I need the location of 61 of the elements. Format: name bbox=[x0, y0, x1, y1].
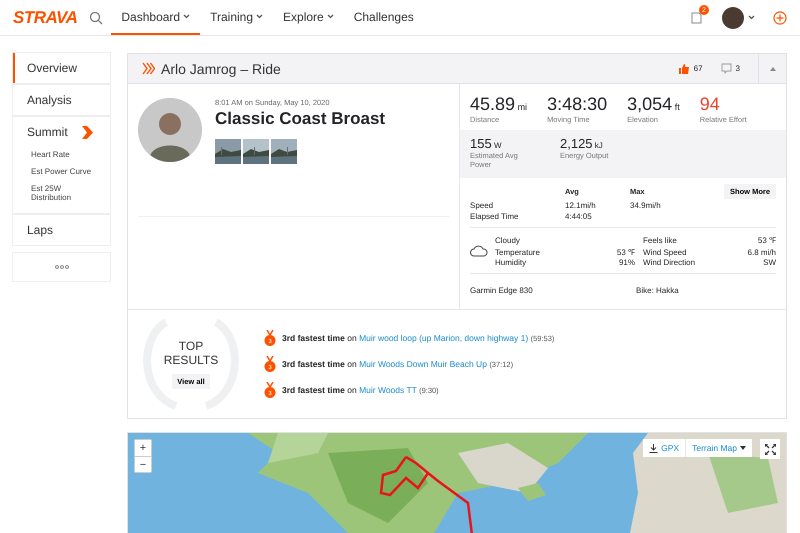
caret-up-icon bbox=[770, 66, 776, 70]
more-icon bbox=[54, 265, 68, 269]
stat-value: 3:48:30 bbox=[547, 94, 608, 115]
map-type-dropdown[interactable]: Terrain Map bbox=[685, 439, 752, 457]
weather-label: Temperature bbox=[495, 248, 541, 257]
caret-icon bbox=[740, 446, 746, 450]
comment-icon[interactable] bbox=[720, 63, 732, 74]
weather-label: Wind Direction bbox=[642, 258, 696, 267]
segment-link[interactable]: Muir Woods Down Muir Beach Up bbox=[359, 359, 487, 369]
fullscreen-icon bbox=[764, 444, 776, 454]
device-name: Garmin Edge 830 bbox=[470, 286, 534, 295]
weather-value: 91% bbox=[618, 258, 635, 267]
avatar[interactable] bbox=[722, 6, 744, 28]
weather-value: SW bbox=[762, 258, 776, 267]
comment-count: 3 bbox=[736, 64, 740, 73]
fullscreen-button[interactable] bbox=[760, 439, 780, 459]
stat-value: 3,054 ft bbox=[627, 94, 680, 115]
table-cell-text: 4:44:05 bbox=[565, 212, 593, 221]
weather-label: Feels like bbox=[642, 236, 678, 245]
nav-tab[interactable]: Dashboard bbox=[111, 0, 200, 35]
table-cell-text: 34.9mi/h bbox=[630, 201, 662, 210]
chevrons-icon bbox=[142, 62, 155, 75]
athlete-avatar[interactable] bbox=[138, 98, 202, 162]
nav-tab[interactable]: Explore bbox=[273, 0, 344, 35]
notification-icon[interactable] bbox=[691, 11, 702, 24]
weather-value: 6.8 mi/h bbox=[746, 248, 776, 257]
weather-condition: Cloudy bbox=[495, 236, 521, 245]
nav-tab[interactable]: Training bbox=[200, 0, 274, 35]
results-title: RESULTS bbox=[164, 353, 218, 368]
caret-icon[interactable] bbox=[748, 15, 755, 20]
sidebar-subitem[interactable]: Heart Rate bbox=[13, 147, 110, 162]
activity-title: Classic Coast Broast bbox=[215, 109, 386, 129]
table-cell-text: 12.1mi/h bbox=[565, 201, 597, 210]
add-icon[interactable] bbox=[773, 10, 787, 24]
weather-value: 53 ℉ bbox=[616, 247, 635, 257]
kudos-count: 67 bbox=[694, 64, 703, 73]
sidebar-item[interactable]: Laps bbox=[13, 215, 110, 245]
thumbs-up-icon[interactable] bbox=[678, 62, 690, 74]
sidebar-item[interactable]: Overview bbox=[13, 53, 110, 83]
stat-value: 2,125 kJ bbox=[560, 136, 604, 151]
sidebar-item[interactable]: Analysis bbox=[13, 85, 110, 115]
download-icon bbox=[649, 444, 658, 452]
stat-value: 155 W bbox=[470, 136, 502, 151]
cloud-icon bbox=[470, 244, 488, 256]
stat-value: 94 bbox=[700, 94, 721, 115]
search-icon[interactable] bbox=[89, 10, 104, 24]
row-label: Elapsed Time bbox=[470, 212, 520, 221]
nav-tab[interactable]: Challenges bbox=[344, 0, 424, 35]
weather-label: Wind Speed bbox=[642, 248, 688, 257]
sidebar-subitem[interactable]: Est Power Curve bbox=[13, 164, 110, 179]
results-title: TOP bbox=[178, 338, 204, 353]
bike-name: Bike: Hakka bbox=[636, 286, 679, 295]
row-label: Speed bbox=[470, 201, 494, 210]
weather-label: Humidity bbox=[495, 258, 528, 267]
sidebar-subitem[interactable]: Est 25W Distribution bbox=[13, 181, 110, 205]
stat-value: 45.89 mi bbox=[470, 94, 528, 115]
weather-value: 53 ℉ bbox=[756, 235, 776, 245]
activity-heading: Arlo Jamrog – Ride bbox=[161, 60, 281, 76]
segment-link[interactable]: Muir wood loop (up Marion, down highway 1) bbox=[359, 333, 528, 343]
segment-link[interactable]: Muir Woods TT bbox=[359, 385, 417, 395]
zoom-out-button[interactable]: − bbox=[135, 456, 151, 472]
